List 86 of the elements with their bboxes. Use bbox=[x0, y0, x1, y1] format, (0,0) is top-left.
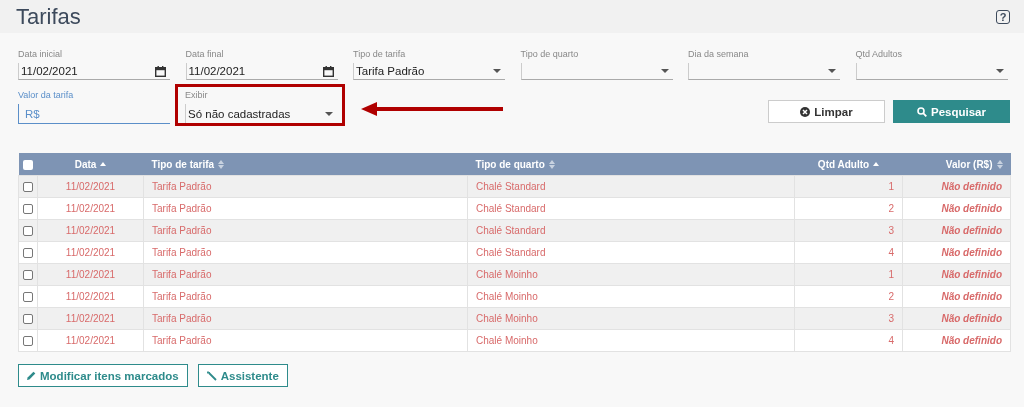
table-cell: Tarifa Padrão bbox=[152, 225, 212, 236]
table-cell: 11/02/2021 bbox=[65, 335, 116, 346]
checkbox[interactable] bbox=[23, 336, 33, 347]
field-label: Data inicial bbox=[18, 49, 64, 60]
table-cell: 4 bbox=[888, 247, 894, 258]
table-cell: 11/02/2021 bbox=[65, 247, 116, 258]
checkbox[interactable] bbox=[23, 292, 33, 303]
table-cell: Não definido bbox=[941, 203, 1002, 214]
close-icon bbox=[800, 106, 811, 117]
input-field[interactable]: R$ bbox=[18, 104, 170, 124]
field-label: Data final bbox=[185, 49, 225, 60]
table-cell: Chalé Standard bbox=[476, 225, 546, 236]
table-cell: 11/02/2021 bbox=[65, 203, 116, 214]
caret-icon bbox=[660, 69, 669, 73]
field-label: Dia da semana bbox=[688, 49, 750, 60]
dropdown-field[interactable]: Tarifa Padrão bbox=[353, 63, 505, 80]
checkbox[interactable] bbox=[23, 226, 33, 237]
dropdown-field[interactable] bbox=[855, 63, 1008, 80]
table-cell: 11/02/2021 bbox=[65, 181, 116, 192]
table-cell: 1 bbox=[888, 269, 894, 280]
table-cell: Chalé Moinho bbox=[476, 313, 538, 324]
dropdown-field[interactable] bbox=[688, 63, 840, 80]
table-cell: Tarifa Padrão bbox=[152, 181, 212, 192]
table-cell: 4 bbox=[888, 335, 894, 346]
table-cell: Chalé Standard bbox=[476, 181, 546, 192]
date-field[interactable]: 11/02/2021 bbox=[185, 63, 338, 80]
search-icon bbox=[917, 106, 927, 117]
checkbox[interactable] bbox=[23, 314, 33, 325]
help-button[interactable]: ? bbox=[996, 9, 1010, 24]
dropdown-field[interactable] bbox=[520, 63, 673, 80]
checkbox[interactable] bbox=[23, 270, 33, 281]
table-cell: Chalé Standard bbox=[476, 203, 546, 214]
caret-icon bbox=[995, 69, 1004, 73]
table-cell: Tarifa Padrão bbox=[152, 291, 212, 302]
table-cell: Tarifa Padrão bbox=[152, 203, 212, 214]
table-cell: 1 bbox=[888, 181, 894, 192]
field-label: Qtd Adultos bbox=[855, 49, 904, 60]
calendar-icon bbox=[322, 65, 334, 77]
table-cell: Tarifa Padrão bbox=[152, 269, 212, 280]
date-field[interactable]: 11/02/2021 bbox=[18, 63, 170, 80]
calendar-icon bbox=[155, 65, 166, 77]
page-title: Tarifas bbox=[16, 3, 81, 30]
table-cell: Tarifa Padrão bbox=[152, 335, 212, 346]
dropdown-field[interactable]: Só não cadastradas bbox=[185, 104, 337, 124]
table-cell: 2 bbox=[888, 291, 894, 302]
table-cell: Não definido bbox=[941, 269, 1002, 280]
checkbox[interactable] bbox=[23, 182, 33, 193]
checkbox[interactable] bbox=[23, 159, 33, 170]
table-cell: Não definido bbox=[941, 247, 1002, 258]
caret-icon bbox=[493, 69, 501, 73]
field-label: Tipo de quarto bbox=[520, 49, 580, 60]
clear-button[interactable]: Limpar bbox=[768, 100, 885, 123]
table-cell: Chalé Moinho bbox=[476, 269, 538, 280]
caret-icon bbox=[325, 111, 333, 116]
table-cell: 11/02/2021 bbox=[65, 291, 116, 302]
table-cell: Não definido bbox=[941, 225, 1002, 236]
search-button[interactable]: Pesquisar bbox=[893, 100, 1010, 123]
column-header[interactable]: Data bbox=[74, 158, 107, 170]
table-cell: 11/02/2021 bbox=[65, 225, 116, 236]
checkbox[interactable] bbox=[23, 248, 33, 259]
table-cell: 2 bbox=[888, 203, 894, 214]
table-cell: Não definido bbox=[941, 181, 1002, 192]
field-label: Valor da tarifa bbox=[18, 90, 75, 101]
table-cell: 11/02/2021 bbox=[65, 313, 116, 324]
table-cell: Não definido bbox=[941, 291, 1002, 302]
table-cell: Chalé Standard bbox=[476, 247, 546, 258]
pencil-icon bbox=[27, 371, 36, 380]
wand-icon bbox=[206, 370, 217, 381]
table-cell: Não definido bbox=[941, 335, 1002, 346]
field-label: Tipo de tarifa bbox=[353, 49, 407, 60]
table-cell: 11/02/2021 bbox=[65, 269, 116, 280]
column-header[interactable]: Tipo de tarifa bbox=[151, 158, 225, 170]
table-cell: Tarifa Padrão bbox=[152, 313, 212, 324]
field-label: Exibir bbox=[185, 90, 209, 101]
table-cell: Chalé Moinho bbox=[476, 291, 538, 302]
checkbox[interactable] bbox=[23, 204, 33, 215]
table-cell: Não definido bbox=[941, 313, 1002, 324]
table-cell: Tarifa Padrão bbox=[152, 247, 212, 258]
table-cell: Chalé Moinho bbox=[476, 335, 538, 346]
wizard-button[interactable]: Assistente bbox=[197, 364, 288, 387]
column-header[interactable]: Tipo de quarto bbox=[475, 158, 555, 170]
table-cell: 3 bbox=[888, 225, 894, 236]
edit-button[interactable]: Modificar itens marcados bbox=[18, 364, 188, 387]
table-cell: 3 bbox=[888, 313, 894, 324]
arrow-icon bbox=[361, 102, 503, 116]
caret-icon bbox=[828, 69, 836, 73]
